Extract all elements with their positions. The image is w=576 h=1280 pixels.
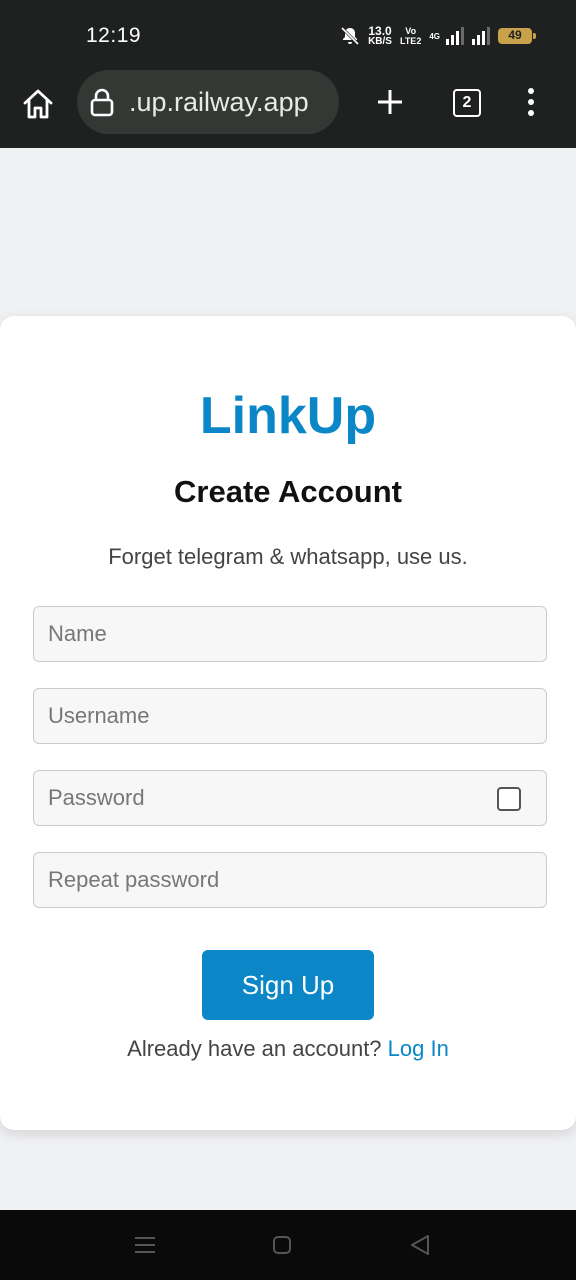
status-icons: 13.0 KB/S Vo LTE2 4G 49	[340, 24, 536, 48]
status-time: 12:19	[86, 24, 142, 47]
page-content: LinkUp Create Account Forget telegram & …	[0, 148, 576, 1210]
address-bar[interactable]: .up.railway.app	[77, 70, 339, 134]
volte-indicator: Vo LTE2	[400, 26, 421, 46]
password-input[interactable]	[48, 785, 546, 811]
password-field	[33, 770, 547, 826]
battery-icon: 49	[498, 28, 536, 44]
more-menu-icon[interactable]	[520, 86, 542, 118]
signal-sim2-icon	[472, 27, 490, 45]
name-field	[33, 606, 547, 662]
repeat-password-field	[33, 852, 547, 908]
home-icon[interactable]	[20, 86, 56, 122]
lock-icon	[90, 88, 114, 117]
repeat-password-input[interactable]	[48, 867, 546, 893]
tab-count: 2	[462, 94, 472, 111]
login-link[interactable]: Log In	[388, 1036, 449, 1061]
network-speed: 13.0 KB/S	[368, 25, 392, 47]
volte-bottom: LTE2	[399, 36, 422, 46]
status-bar: 12:19 13.0 KB/S Vo LTE2 4G 49	[0, 0, 576, 70]
url-text: .up.railway.app	[129, 86, 309, 117]
username-field	[33, 688, 547, 744]
login-prompt: Already have an account?	[127, 1036, 382, 1061]
network-speed-unit: KB/S	[368, 36, 392, 47]
new-tab-icon[interactable]	[374, 86, 406, 118]
name-input[interactable]	[48, 621, 546, 647]
tagline: Forget telegram & whatsapp, use us.	[108, 544, 468, 569]
signal-sim1-icon	[446, 27, 464, 45]
battery-level: 49	[508, 28, 522, 42]
home-square-icon[interactable]	[272, 1235, 292, 1255]
brand-logo: LinkUp	[199, 387, 377, 445]
login-row: Already have an account? Log In	[0, 1036, 576, 1062]
back-icon[interactable]	[409, 1234, 431, 1256]
sign-up-button[interactable]: Sign Up	[202, 950, 374, 1020]
username-input[interactable]	[48, 703, 546, 729]
mute-bell-icon	[341, 26, 360, 46]
volte-top: Vo	[405, 26, 417, 36]
signup-card: LinkUp Create Account Forget telegram & …	[0, 316, 576, 1130]
recents-icon[interactable]	[134, 1235, 156, 1255]
tab-switcher-button[interactable]: 2	[453, 89, 481, 117]
browser-toolbar: .up.railway.app 2	[0, 70, 576, 148]
system-nav-bar	[0, 1210, 576, 1280]
page-title: Create Account	[174, 474, 402, 509]
show-password-checkbox[interactable]	[497, 787, 521, 811]
network-type: 4G	[429, 31, 440, 41]
